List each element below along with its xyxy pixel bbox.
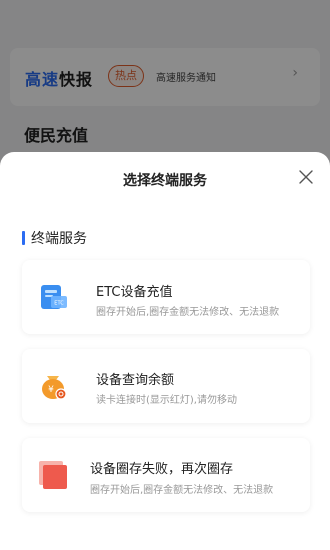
close-button[interactable] [296,167,316,187]
service-item-desc: 读卡连接时(显示红灯),请勿移动 [96,395,237,406]
retry-square-icon [36,458,70,492]
section-accent-bar [22,231,25,245]
service-item-balance-query[interactable]: ¥ 设备查询余额 读卡连接时(显示红灯),请勿移动 [22,349,310,423]
yuan-symbol: ¥ [48,385,54,395]
service-item-title: 设备圈存失败，再次圈存 [90,462,234,477]
section-header: 终端服务 [22,230,87,247]
service-item-title: 设备查询余额 [96,373,175,388]
service-item-retry-load[interactable]: 设备圈存失败，再次圈存 圈存开始后,圈存金额无法修改、无法退款 [22,438,310,512]
service-item-title: ETC设备充值 [96,285,173,300]
sheet-title: 选择终端服务 [123,173,207,189]
bottom-sheet: 选择终端服务 终端服务 ETC ETC设备充值 圈存开始后,圈存金额无法修改、无… [0,152,330,550]
etc-card-icon: ETC [36,280,70,314]
section-label: 终端服务 [31,231,87,247]
money-bag-icon: ¥ [36,369,70,403]
service-item-desc: 圈存开始后,圈存金额无法修改、无法退款 [90,485,274,496]
close-icon [299,170,313,184]
service-item-desc: 圈存开始后,圈存金额无法修改、无法退款 [96,307,280,318]
service-item-etc-recharge[interactable]: ETC ETC设备充值 圈存开始后,圈存金额无法修改、无法退款 [22,260,310,334]
etc-icon-text: ETC [54,301,64,307]
